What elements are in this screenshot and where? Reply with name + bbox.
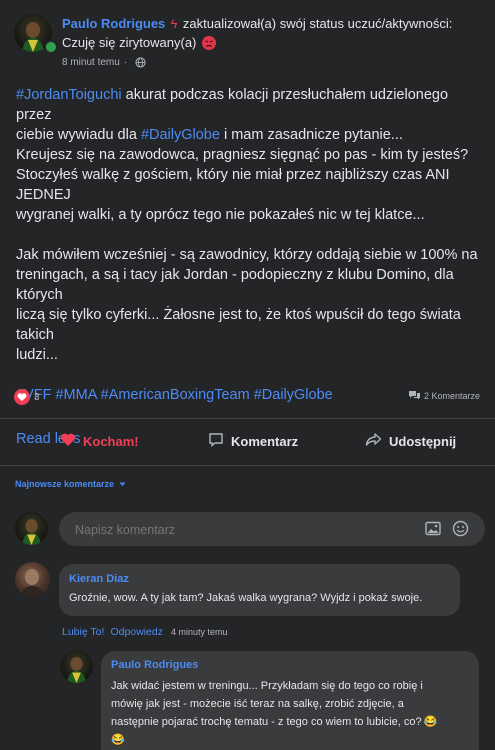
post-line: Kreujesz się na zawodowca, pragniesz się… [16,147,469,163]
reply-author-avatar[interactable] [60,650,93,683]
image-icon[interactable] [425,521,441,541]
chevron-down-icon [119,479,126,489]
angry-emoji-icon [202,35,217,50]
laughing-emoji-icon: 😂 [111,734,125,746]
post-line: liczą się tylko cyferki... Żałosne jest … [16,307,461,343]
love-button[interactable]: Kocham! [60,432,139,450]
post-meta: 8 minut temu · [62,57,146,68]
comments-filter-dropdown[interactable]: Najnowsze komentarze [15,479,126,489]
comments-filter-label: Najnowsze komentarze [15,479,115,489]
share-button[interactable]: Udostępnij [365,432,456,450]
post-text: ciebie wywiadu dla [16,127,141,143]
reply-line: następnie pojarać trochę tematu - z tego… [111,713,437,731]
laughing-emoji-icon: 😂 [423,716,438,728]
post-header-line1: Paulo Rodrigues ϟ zaktualizował(a) swój … [62,16,452,31]
reply-author[interactable]: Paulo Rodrigues [111,659,198,671]
divider [0,418,495,419]
post-spacer [16,405,486,425]
comment-icon [208,432,224,450]
post-author-name[interactable]: Paulo Rodrigues [62,16,165,31]
share-label: Udostępnij [389,433,457,449]
love-label: Kocham! [83,433,139,449]
post-time[interactable]: 8 minut temu [62,57,120,68]
comment-bubble: Kieran Diaz Groźnie, wow. A ty jak tam? … [59,564,460,616]
comment-actions: Lubię To! Odpowiedz 4 minuty temu [62,626,228,638]
reaction-count: 3 [34,391,40,403]
post-line: #JordanToiguchi akurat podczas kolacji p… [16,85,486,125]
comment-text: Groźnie, wow. A ty jak tam? Jakaś walka … [69,592,423,604]
feeling-line: Czuję się zirytowany(a) [62,35,217,50]
post-spacer [16,365,486,385]
post-line: wygranej walki, a ty oprócz tego nie pok… [16,207,425,223]
comments-count[interactable]: 2 Komentarze [408,390,480,402]
globe-icon [135,57,146,68]
comments-icon [408,390,421,402]
post-line: Stoczyłeś walkę z gościem, który nie mia… [16,167,450,203]
heart-reaction-icon [14,389,30,405]
post-line: Jak mówiłem wcześniej - są zawodnicy, kt… [16,247,478,263]
reply-line-text: następnie pojarać trochę tematu - z tego… [111,716,422,728]
reply-line: Jak widać jestem w treningu... Przykłada… [111,680,423,692]
reply-text: Jak widać jestem w treningu... Przykłada… [111,677,437,749]
divider [0,465,495,466]
post-line: ciebie wywiadu dla #DailyGlobe i mam zas… [16,125,486,145]
feeling-text: Czuję się zirytowany(a) [62,35,197,50]
online-status-dot [44,40,58,54]
reply-comment-button[interactable]: Odpowiedz [110,626,163,638]
smiley-icon[interactable] [452,520,469,542]
commenter-avatar[interactable] [15,562,50,597]
status-action-text: zaktualizował(a) swój status uczuć/aktyw… [182,16,453,31]
reaction-summary[interactable]: 3 [14,389,40,405]
meta-separator: · [123,57,128,68]
post-line: treningach, a są i tacy jak Jordan - pod… [16,267,454,303]
comment-author[interactable]: Kieran Diaz [69,573,129,585]
fire-icon: ϟ [170,17,178,31]
hashtag-dailyglobe[interactable]: #DailyGlobe [141,127,220,143]
post-line: ludzi... [16,347,58,363]
comment-input-box[interactable] [59,512,485,546]
comment-label: Komentarz [231,433,299,449]
comments-count-label: 2 Komentarze [424,391,481,401]
post-text: i mam zasadnicze pytanie... [219,127,403,143]
comment-button[interactable]: Komentarz [208,432,298,450]
hashtag-jordantoiguchi[interactable]: #JordanToiguchi [16,87,122,103]
current-user-avatar [15,512,48,545]
comment-time: 4 minuty temu [170,627,228,637]
reply-line: mówię jak jest - możecie iść teraz na sa… [111,698,404,710]
comment-input[interactable] [73,519,407,541]
like-comment-button[interactable]: Lubię To! [62,626,104,638]
share-icon [365,432,382,450]
heart-icon [60,432,76,450]
post-spacer [16,225,486,245]
reply-bubble: Paulo Rodrigues Jak widać jestem w treni… [101,651,479,750]
